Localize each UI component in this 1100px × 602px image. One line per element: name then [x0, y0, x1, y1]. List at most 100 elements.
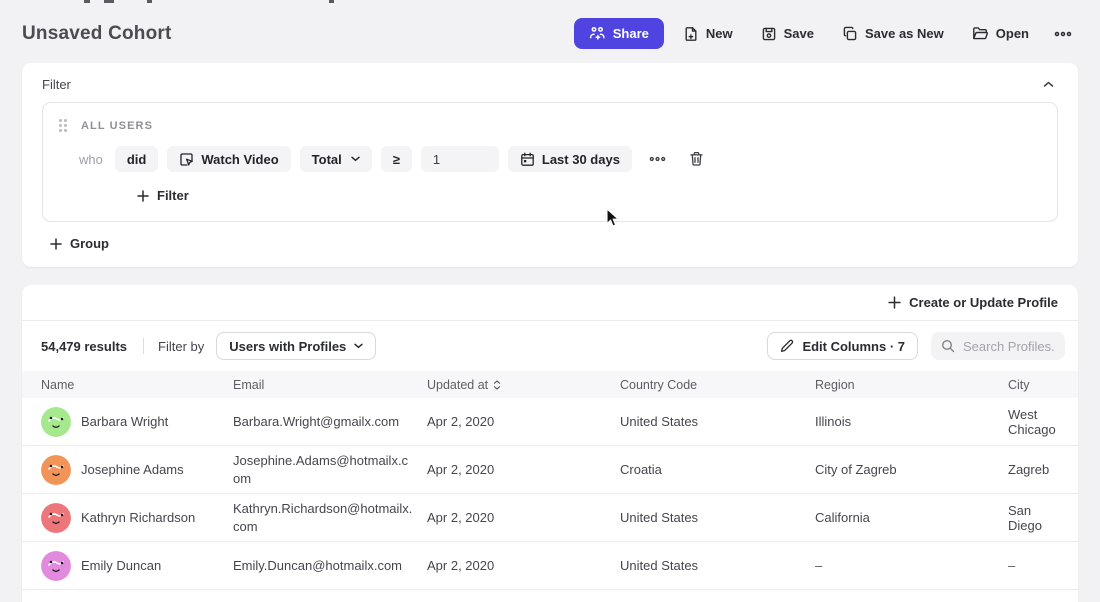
filter-condition-row: who did Watch Video Total [57, 146, 1043, 172]
avatar [41, 407, 71, 437]
column-header-updated-at[interactable]: Updated at [427, 378, 620, 392]
save-icon [761, 26, 777, 42]
cell-region: California [815, 510, 1008, 525]
group-label: ALL USERS [81, 120, 153, 132]
search-icon [941, 339, 955, 353]
page-header: Unsaved Cohort Share New [0, 0, 1100, 63]
table-header: Name Email Updated at Country Code Regio… [22, 371, 1078, 398]
cell-region: – [815, 558, 1008, 573]
did-selector[interactable]: did [115, 146, 159, 172]
share-users-icon [589, 26, 606, 41]
ellipsis-icon [1054, 31, 1072, 37]
cell-region: Illinois [815, 414, 1008, 429]
plus-icon [888, 296, 901, 309]
cell-city: – [1008, 558, 1078, 573]
cell-country-code: United States [620, 414, 815, 429]
cell-country-code: United States [620, 510, 815, 525]
folder-icon [972, 26, 989, 41]
cell-country-code: Croatia [620, 462, 815, 477]
column-header-email[interactable]: Email [233, 378, 427, 392]
table-row[interactable]: Emily Duncan Emily.Duncan@hotmailx.com A… [22, 542, 1078, 590]
add-group-button[interactable]: Group [50, 236, 109, 251]
cell-name: Josephine Adams [41, 455, 233, 485]
table-row[interactable]: Josephine Adams Josephine.Adams@hotmailx… [22, 446, 1078, 494]
profile-filter-dropdown[interactable]: Users with Profiles [216, 332, 376, 360]
cell-email: Josephine.Adams@hotmailx.com [233, 452, 427, 487]
collapse-filter-button[interactable] [1041, 79, 1056, 90]
chevron-down-icon [354, 343, 363, 349]
search-box[interactable] [931, 332, 1065, 360]
event-selector[interactable]: Watch Video [167, 146, 290, 172]
cell-name: Emily Duncan [41, 551, 233, 581]
row-more-options-button[interactable] [645, 153, 670, 165]
filter-by-label: Filter by [158, 339, 204, 354]
cell-city: San Diego [1008, 503, 1078, 533]
cell-city: West Chicago [1008, 407, 1078, 437]
column-header-region[interactable]: Region [815, 378, 1008, 392]
cell-country-code: United States [620, 558, 815, 573]
save-button[interactable]: Save [752, 19, 823, 49]
results-count: 54,479 results [41, 339, 127, 354]
column-header-country-code[interactable]: Country Code [620, 378, 815, 392]
event-icon [179, 152, 194, 167]
profile-name: Kathryn Richardson [81, 510, 195, 525]
edit-columns-button[interactable]: Edit Columns · 7 [767, 332, 918, 360]
add-filter-button[interactable]: Filter [137, 188, 189, 203]
cell-email: Barbara.Wright@gmailx.com [233, 413, 427, 431]
cell-name: Barbara Wright [41, 407, 233, 437]
copy-icon [842, 26, 858, 42]
save-as-new-button[interactable]: Save as New [833, 19, 953, 49]
create-or-update-profile-button[interactable]: Create or Update Profile [888, 295, 1058, 310]
date-range-selector[interactable]: Last 30 days [508, 146, 632, 172]
chevron-down-icon [351, 156, 360, 162]
value-input[interactable] [421, 146, 499, 172]
chevron-up-icon [1043, 81, 1054, 88]
clipped-content-sliver [0, 0, 1100, 3]
profile-name: Emily Duncan [81, 558, 161, 573]
drag-handle[interactable] [59, 119, 67, 132]
filter-panel-title: Filter [42, 77, 71, 92]
plus-icon [50, 238, 62, 250]
cell-email: Kathryn.Richardson@hotmailx.com [233, 500, 427, 535]
page-title: Unsaved Cohort [22, 23, 172, 45]
operator-selector[interactable]: ≥ [381, 146, 412, 172]
sort-icon [493, 380, 501, 390]
results-panel: Create or Update Profile 54,479 results … [22, 285, 1078, 602]
cell-email: Emily.Duncan@hotmailx.com [233, 557, 427, 575]
table-row[interactable]: Kathryn Richardson Kathryn.Richardson@ho… [22, 494, 1078, 542]
aggregation-selector[interactable]: Total [300, 146, 372, 172]
profile-name: Josephine Adams [81, 462, 184, 477]
plus-icon [137, 190, 149, 202]
more-options-button[interactable] [1048, 24, 1078, 44]
divider [143, 338, 144, 354]
cell-updated-at: Apr 2, 2020 [427, 462, 620, 477]
calendar-icon [520, 152, 535, 167]
open-button[interactable]: Open [963, 19, 1038, 48]
search-profiles-input[interactable] [963, 339, 1055, 354]
cell-updated-at: Apr 2, 2020 [427, 510, 620, 525]
header-actions: Share New Save [574, 18, 1078, 49]
column-header-name[interactable]: Name [41, 378, 233, 392]
ellipsis-icon [649, 156, 666, 162]
column-header-city[interactable]: City [1008, 378, 1078, 392]
filter-panel: Filter ALL USERS who did [22, 63, 1078, 267]
who-label: who [79, 152, 103, 167]
share-button[interactable]: Share [574, 18, 664, 49]
avatar [41, 551, 71, 581]
cell-updated-at: Apr 2, 2020 [427, 414, 620, 429]
cell-region: City of Zagreb [815, 462, 1008, 477]
cell-updated-at: Apr 2, 2020 [427, 558, 620, 573]
avatar [41, 503, 71, 533]
trash-icon [689, 151, 704, 167]
table-body: Barbara Wright Barbara.Wright@gmailx.com… [22, 398, 1078, 590]
avatar [41, 455, 71, 485]
cell-name: Kathryn Richardson [41, 503, 233, 533]
profile-name: Barbara Wright [81, 414, 168, 429]
cell-city: Zagreb [1008, 462, 1078, 477]
table-row[interactable]: Barbara Wright Barbara.Wright@gmailx.com… [22, 398, 1078, 446]
pencil-icon [780, 339, 794, 353]
new-button[interactable]: New [674, 19, 742, 49]
new-document-icon [683, 26, 699, 42]
delete-filter-button[interactable] [685, 148, 708, 170]
results-toolbar: 54,479 results Filter by Users with Prof… [22, 321, 1078, 371]
